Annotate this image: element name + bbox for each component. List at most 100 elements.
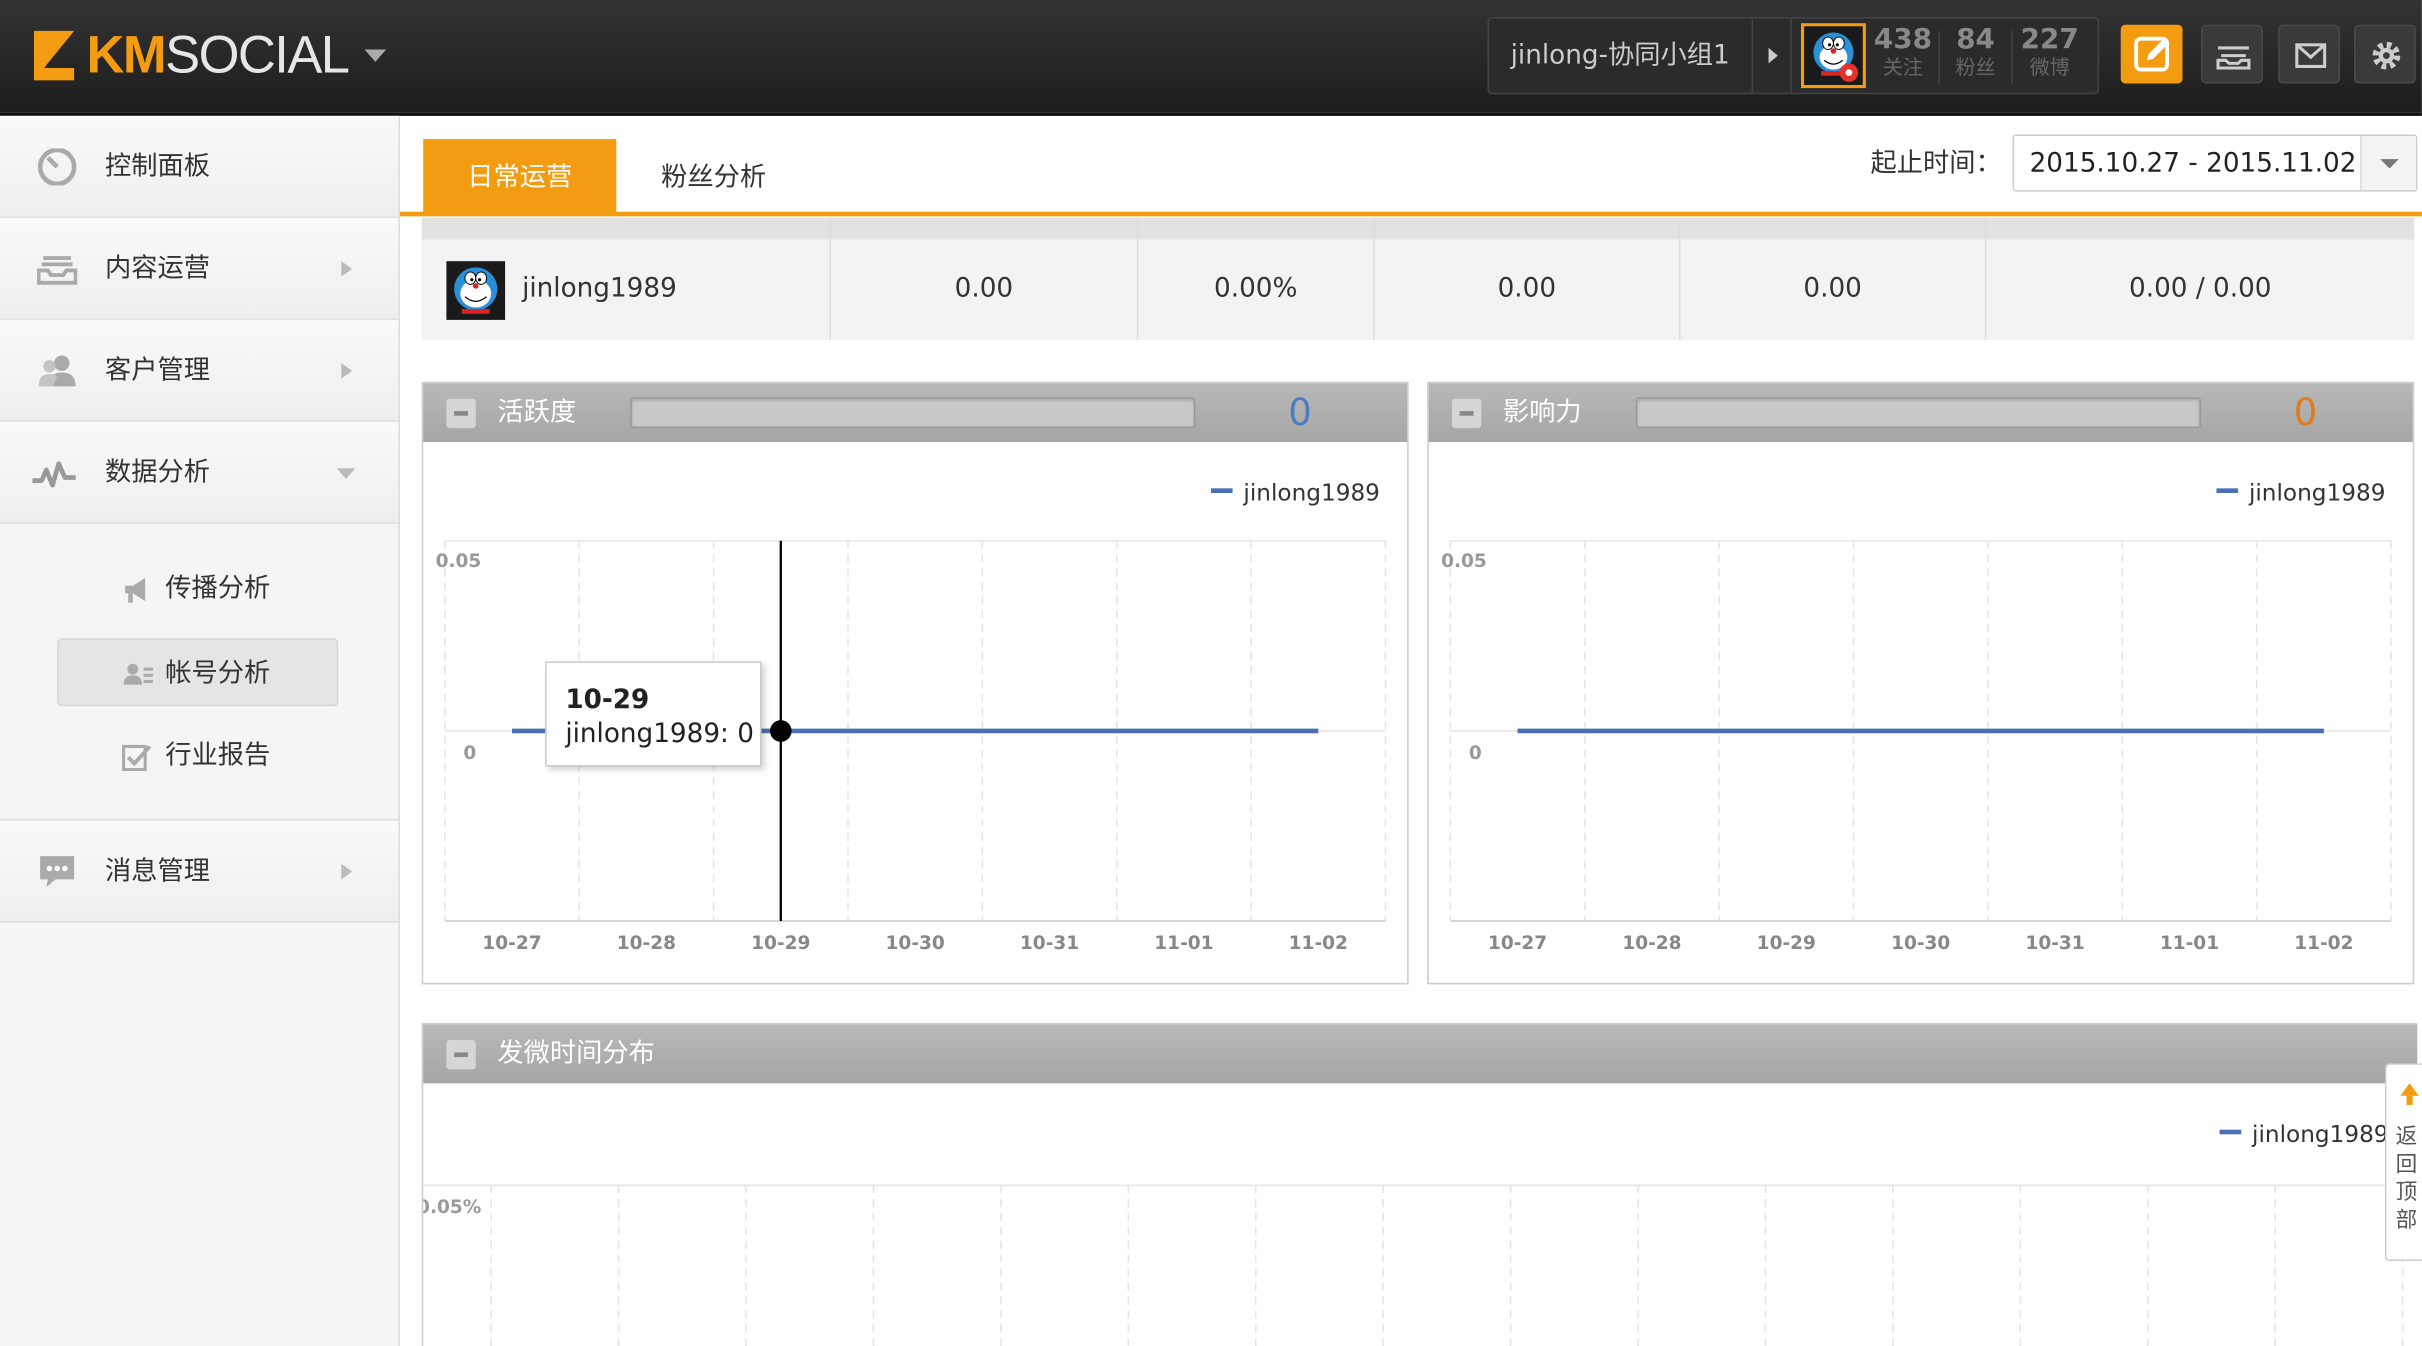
tab-bar: 日常运营 粉丝分析 起止时间： 2015.10.27 - 2015.11.02 [400, 116, 2422, 217]
account-avatar[interactable] [1801, 23, 1866, 89]
compose-button[interactable] [2120, 24, 2183, 84]
x-tick-label: 11-02 [2294, 933, 2353, 954]
app-root: KM SOCIAL jinlong-协同小组1 438 关注 84 粉丝 227… [0, 0, 2422, 1346]
panel-header: 活跃度 0 [423, 383, 1408, 442]
subnav-item-spread[interactable]: 传播分析 [57, 555, 338, 623]
tab-daily-ops[interactable]: 日常运营 [423, 139, 617, 214]
back-to-top-button[interactable]: 返回顶部 [2384, 1063, 2422, 1262]
arrow-up-icon [2406, 1095, 2413, 1105]
collapse-icon[interactable] [446, 398, 476, 429]
sidebar-subnav: 传播分析 帐号分析 行业报告 [0, 523, 399, 821]
stat-following-count: 438 [1873, 23, 1932, 56]
tab-fans-analysis[interactable]: 粉丝分析 [629, 139, 799, 213]
stat-fans[interactable]: 84 粉丝 [1942, 24, 2010, 84]
panel-title: 活跃度 [497, 397, 577, 429]
date-range-label: 起止时间： [1870, 148, 2002, 180]
inbox-icon [37, 256, 78, 285]
sidebar-item-dashboard[interactable]: 控制面板 [0, 115, 399, 218]
influence-panel: 影响力 0 jinlong1989 0.05 0 10-27 10-28 10-29 10… [1427, 381, 2415, 985]
tray-button[interactable] [2201, 24, 2263, 84]
sidebar-item-content[interactable]: 内容运营 [0, 217, 399, 320]
subnav-item-label: 行业报告 [165, 740, 271, 772]
account-card-icon [123, 663, 153, 685]
subnav-item-label: 传播分析 [165, 573, 271, 605]
check-report-icon [122, 744, 152, 772]
stat-posts[interactable]: 227 微博 [2016, 23, 2084, 84]
subnav-item-account[interactable]: 帐号分析 [57, 638, 339, 707]
sidebar-item-label: 消息管理 [105, 856, 211, 888]
users-icon [38, 355, 76, 387]
x-tick-label: 10-31 [1020, 933, 1079, 954]
dashboard-icon [37, 148, 77, 186]
stat-divider [1938, 30, 1941, 84]
logo-caret-icon[interactable] [363, 49, 386, 62]
tray-icon [2216, 46, 2251, 70]
logo-km-text: KM [86, 25, 166, 85]
x-tick-label: 10-28 [617, 933, 676, 954]
stat-following[interactable]: 438 关注 [1869, 23, 1937, 84]
account-name[interactable]: jinlong-协同小组1 [1511, 19, 1730, 93]
table-cell: 0.00 / 0.00 [1984, 217, 2414, 340]
sidebar-item-label: 内容运营 [105, 253, 211, 285]
table-cell: 0.00% [1136, 217, 1373, 340]
collapse-icon[interactable] [446, 1040, 476, 1070]
chat-icon [40, 856, 75, 888]
y-tick-label: 0 [1469, 743, 1482, 764]
y-tick-label: 0.05 [1441, 551, 1487, 572]
chevron-right-icon [341, 261, 353, 277]
account-next-icon[interactable] [1751, 18, 1792, 93]
sidebar-item-label: 客户管理 [105, 355, 211, 387]
activity-panel: 活跃度 0 jinlong1989 0.05 0 10-27 10-28 10-29 10… [421, 381, 1409, 985]
date-range-value: 2015.10.27 - 2015.11.02 [2029, 148, 2357, 180]
x-tick-label: 11-02 [1289, 933, 1348, 954]
y-tick-label: 0 [463, 743, 476, 764]
influence-chart: 0.05 0 10-27 10-28 10-29 10-30 10-31 11-01 11-02 [1441, 540, 2392, 954]
edit-icon [2134, 36, 2170, 72]
chevron-right-icon [341, 863, 353, 880]
x-tick-label: 10-30 [886, 933, 945, 954]
sidebar: 控制面板 内容运营 客户管理 数据分析 传播分析 帐号分析 行业报告 消息管理 [0, 115, 401, 1346]
table-cell: 0.00 [829, 217, 1136, 340]
doraemon-avatar-icon [454, 267, 498, 314]
stat-divider [2011, 30, 2013, 84]
sidebar-item-customers[interactable]: 客户管理 [0, 319, 399, 422]
influence-score: 0 [2293, 390, 2318, 435]
sidebar-item-analytics[interactable]: 数据分析 [0, 421, 399, 524]
panel-title: 发微时间分布 [497, 1038, 655, 1070]
x-tick-label: 10-27 [1488, 933, 1547, 954]
account-switcher: jinlong-协同小组1 438 关注 84 粉丝 227 微博 [1487, 16, 2100, 95]
mail-button[interactable] [2278, 24, 2341, 84]
pulse-icon [32, 461, 76, 488]
megaphone-icon [125, 577, 146, 603]
y-tick-label: 0.05 [436, 551, 482, 572]
stat-following-label: 关注 [1882, 57, 1924, 81]
x-tick-label: 10-28 [1622, 933, 1681, 954]
avatar [446, 261, 506, 320]
doraemon-avatar-icon [1813, 32, 1859, 82]
chevron-down-icon[interactable] [2360, 135, 2416, 191]
arrow-up-icon [2400, 1083, 2419, 1096]
subnav-item-report[interactable]: 行业报告 [57, 722, 338, 790]
tooltip-date: 10-29 [565, 684, 650, 716]
logo[interactable]: KM SOCIAL [33, 25, 386, 85]
stat-posts-count: 227 [2020, 23, 2079, 56]
stat-fans-label: 粉丝 [1955, 57, 1996, 81]
y-tick-label: 0.05% [423, 1197, 481, 1218]
x-tick-label: 10-31 [2025, 933, 2084, 954]
table-row: jinlong1989 0.00 0.00% 0.00 0.00 0.00 / … [421, 217, 2415, 340]
panel-header: 影响力 0 [1428, 383, 2413, 442]
table-cell: 0.00 [1678, 217, 1985, 340]
chevron-right-icon [341, 363, 353, 379]
activity-score: 0 [1288, 390, 1312, 435]
sidebar-item-messages[interactable]: 消息管理 [0, 820, 399, 923]
gear-icon [2372, 41, 2401, 70]
sidebar-item-label: 数据分析 [105, 457, 211, 489]
logo-social-text: SOCIAL [165, 25, 350, 85]
logo-mark-icon [33, 30, 77, 81]
date-range-select[interactable]: 2015.10.27 - 2015.11.02 [2012, 134, 2418, 192]
progress-bar [1635, 397, 2202, 429]
collapse-icon[interactable] [1451, 398, 1482, 429]
account-name-cell: jinlong1989 [522, 273, 677, 305]
settings-button[interactable] [2353, 24, 2416, 84]
x-tick-label: 10-29 [1757, 933, 1816, 954]
